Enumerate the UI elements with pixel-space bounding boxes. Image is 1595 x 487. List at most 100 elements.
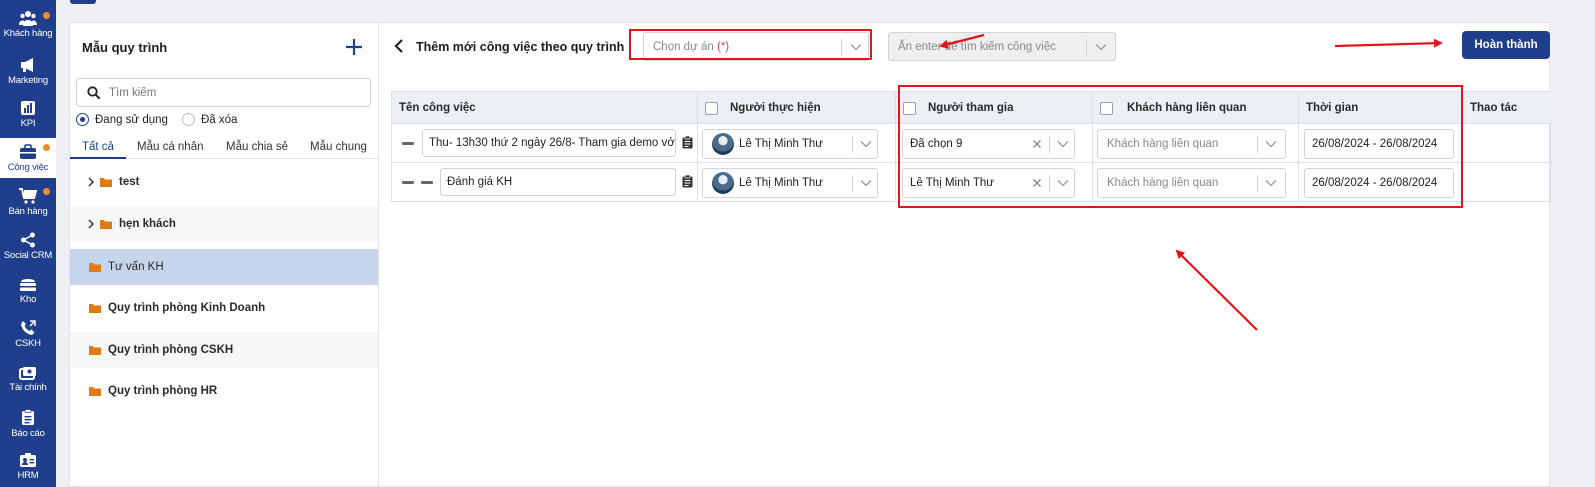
customers-select[interactable]: Khách hàng liên quan (1097, 168, 1286, 198)
notification-dot (43, 144, 50, 151)
customers-select-all-checkbox[interactable] (1100, 101, 1113, 115)
assignee-select-all-checkbox[interactable] (705, 101, 718, 115)
template-item-selected[interactable]: Tư vấn KH (70, 249, 378, 285)
chevron-down-icon (1057, 141, 1069, 148)
template-item-label: Quy trình phòng Kinh Doanh (108, 302, 266, 314)
nav-label: Báo cáo (11, 428, 45, 439)
nav-label: Tài chính (9, 382, 47, 393)
nav-item-customers[interactable]: Khách hàng (0, 10, 56, 39)
chevron-down-icon (1095, 44, 1107, 51)
participants-select[interactable]: Đã chọn 9 (902, 129, 1075, 159)
radio-circle (182, 113, 195, 126)
clipboard-icon[interactable] (682, 136, 693, 149)
briefcase-icon (20, 144, 36, 159)
tab-personal[interactable]: Mẫu cá nhân (137, 141, 204, 153)
customers-icon (19, 11, 37, 26)
page-title: Thêm mới công việc theo quy trình (416, 40, 625, 54)
nav-item-hrm[interactable]: HRM (0, 453, 56, 481)
select-separator (852, 136, 853, 153)
template-item[interactable]: Quy trình phòng HR (70, 373, 378, 409)
nav-label: Công việc (7, 162, 49, 173)
folder-icon (89, 387, 101, 396)
participants-select-all-checkbox[interactable] (903, 101, 916, 115)
folder-icon (89, 346, 101, 355)
add-template-button[interactable] (343, 36, 365, 58)
chevron-right-icon[interactable] (86, 177, 96, 187)
chevron-right-icon[interactable] (86, 219, 96, 229)
nav-label: Kho (19, 294, 37, 305)
clear-icon[interactable] (1032, 139, 1042, 149)
radio-deleted[interactable]: Đã xóa (182, 113, 237, 126)
nav-label: Marketing (8, 75, 48, 86)
select-separator (852, 175, 853, 192)
template-tabs: Tất cả Mẫu cá nhân Mẫu chia sẻ Mẫu chung (70, 137, 378, 159)
date-range-input[interactable]: 26/08/2024 - 26/08/2024 (1304, 168, 1454, 198)
phone-icon (21, 320, 36, 335)
template-item-label: Quy trình phòng HR (108, 385, 218, 397)
folder-icon (89, 263, 101, 272)
task-search-select[interactable]: Ấn enter để tìm kiếm công việc (888, 32, 1116, 61)
chevron-down-icon (1057, 180, 1069, 187)
nav-label: Khách hàng (3, 28, 53, 39)
assignee-select[interactable]: Lê Thị Minh Thư (702, 129, 878, 159)
nav-label: Social CRM (3, 250, 53, 261)
date-range-input[interactable]: 26/08/2024 - 26/08/2024 (1304, 129, 1454, 159)
task-table: Tên công việc Người thực hiện Người tham… (391, 91, 1552, 202)
clipboard-icon[interactable] (682, 175, 693, 188)
chevron-down-icon (860, 141, 872, 148)
active-tab-underline (70, 157, 126, 159)
header-assignee: Người thực hiện (705, 92, 821, 124)
template-item[interactable]: hẹn khách (70, 206, 378, 242)
radio-in-use[interactable]: Đang sử dụng (76, 113, 168, 126)
tab-all[interactable]: Tất cả (82, 141, 114, 153)
template-item[interactable]: Quy trình phòng Kinh Doanh (70, 290, 378, 326)
template-search-input[interactable] (109, 83, 359, 103)
back-chevron-icon[interactable] (393, 38, 405, 54)
nav-item-reports[interactable]: Báo cáo (0, 409, 56, 439)
nav-item-social-crm[interactable]: Social CRM (0, 232, 56, 261)
nav-item-kpi[interactable]: KPI (0, 100, 56, 129)
share-icon (21, 232, 35, 248)
nav-item-marketing[interactable]: Marketing (0, 57, 56, 86)
warehouse-icon (20, 279, 36, 291)
notification-dot (43, 12, 50, 19)
main-nav: Khách hàng Marketing KPI Công việc Bán h… (0, 0, 56, 487)
nav-item-warehouse[interactable]: Kho (0, 278, 56, 305)
nav-item-tasks[interactable]: Công việc (0, 138, 56, 178)
header-participants: Người tham gia (903, 92, 1014, 124)
assignee-name: Lê Thị Minh Thư (739, 138, 823, 150)
task-search-placeholder: Ấn enter để tìm kiếm công việc (898, 41, 1056, 53)
template-item[interactable]: test (70, 164, 378, 200)
template-search (76, 78, 371, 107)
customers-select[interactable]: Khách hàng liên quan (1097, 129, 1286, 159)
tab-common[interactable]: Mẫu chung (310, 141, 367, 153)
nav-item-cskh[interactable]: CSKH (0, 320, 56, 349)
chevron-down-icon (850, 44, 862, 51)
avatar (712, 133, 734, 155)
customers-placeholder: Khách hàng liên quan (1107, 177, 1219, 189)
nav-item-sales[interactable]: Bán hàng (0, 188, 56, 217)
search-icon (87, 86, 101, 100)
task-name-input[interactable]: Đánh giá KH (440, 168, 676, 196)
clear-icon[interactable] (1032, 178, 1042, 188)
folder-icon (100, 220, 112, 229)
participants-select[interactable]: Lê Thị Minh Thư (902, 168, 1075, 198)
templates-panel: Mẫu quy trình Đang sử dụng Đã xóa Tất cả… (69, 22, 378, 487)
finish-button[interactable]: Hoàn thành (1462, 31, 1550, 59)
template-item-label: Tư vấn KH (108, 261, 164, 273)
header-time: Thời gian (1306, 102, 1359, 114)
select-separator (1257, 136, 1258, 153)
template-item-label: test (119, 176, 140, 188)
avatar (712, 172, 734, 194)
project-select[interactable]: Chọn dự án (*) (643, 32, 869, 61)
nav-label: CSKH (15, 338, 41, 349)
header-customers: Khách hàng liên quan (1100, 92, 1246, 124)
notification-dot (43, 188, 50, 195)
task-name-input[interactable]: Thu- 13h30 thứ 2 ngày 26/8- Tham gia dem… (422, 129, 676, 157)
tab-shared[interactable]: Mẫu chia sẻ (226, 141, 288, 153)
template-item[interactable]: Quy trình phòng CSKH (70, 332, 378, 368)
select-separator (1086, 39, 1087, 56)
assignee-select[interactable]: Lê Thị Minh Thư (702, 168, 878, 198)
nav-item-finance[interactable]: Tài chính (0, 366, 56, 393)
radio-label: Đang sử dụng (95, 113, 168, 126)
